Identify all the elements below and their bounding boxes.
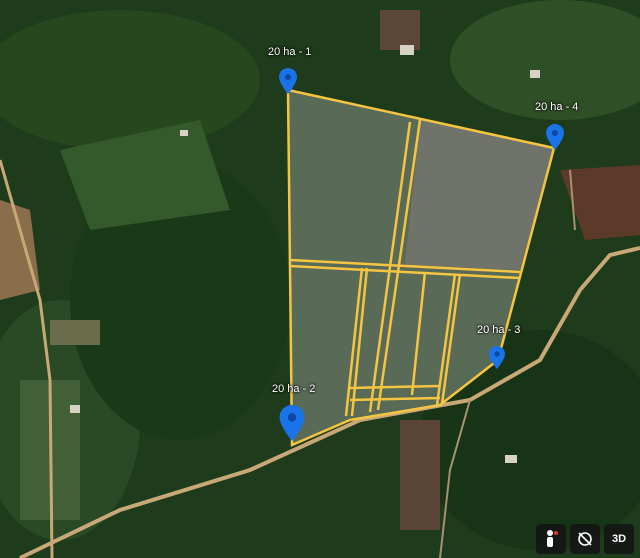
marker-label-3: 20 ha - 3 (477, 324, 521, 336)
map-imagery (0, 0, 640, 558)
map-pin-icon[interactable] (279, 68, 297, 94)
map-controls: 3D (536, 524, 634, 554)
toggle-3d-button[interactable]: 3D (604, 524, 634, 554)
marker-label-2: 20 ha - 2 (272, 383, 316, 395)
pegman-icon (547, 530, 558, 547)
pegman-button[interactable] (536, 524, 566, 554)
map-pin-icon[interactable] (489, 346, 505, 369)
map-pin-icon[interactable] (546, 124, 564, 150)
marker-label-1: 20 ha - 1 (268, 46, 312, 58)
marker-label-4: 20 ha - 4 (535, 101, 579, 113)
compass-off-icon (578, 532, 592, 546)
map-pin-icon[interactable] (279, 405, 305, 441)
satellite-map[interactable]: 20 ha - 1 20 ha - 4 20 ha - 3 20 ha - 2 (0, 0, 640, 558)
rotate-button[interactable] (570, 524, 600, 554)
